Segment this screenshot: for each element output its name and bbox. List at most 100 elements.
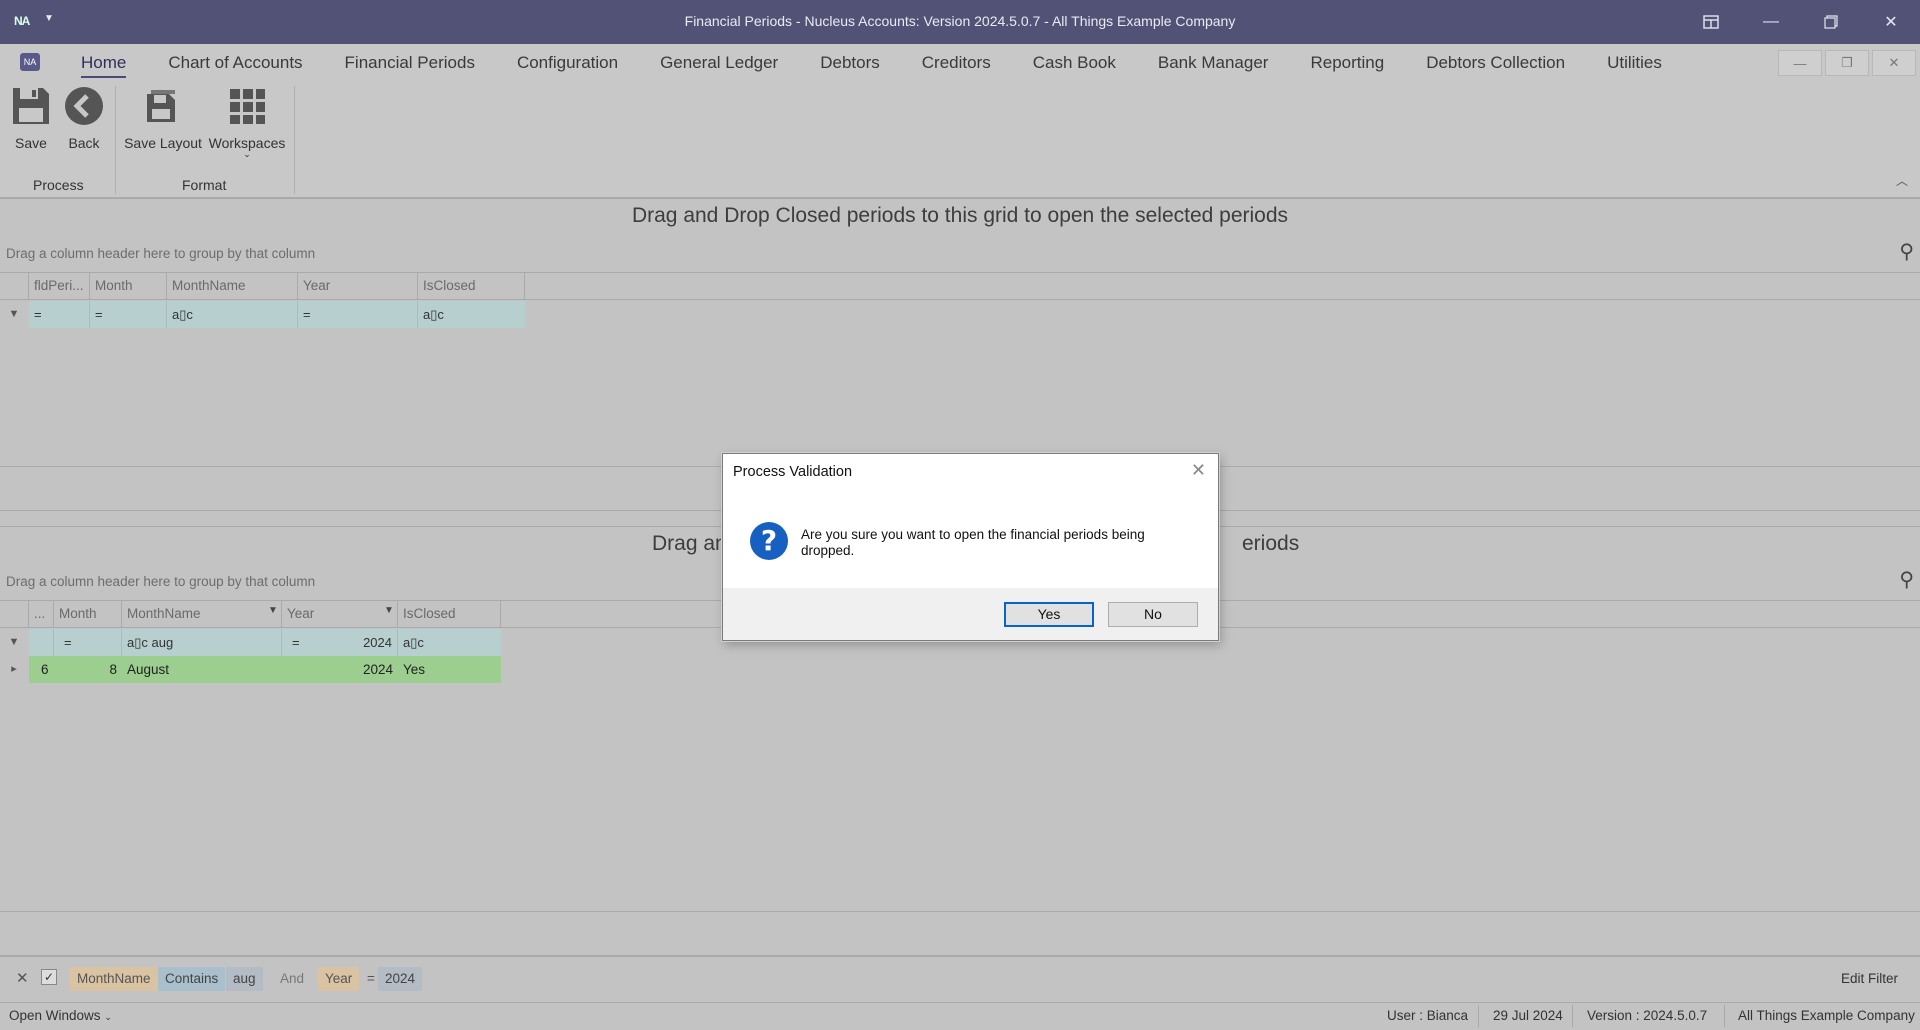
tab-cash-book[interactable]: Cash Book	[1012, 52, 1137, 82]
search-icon[interactable]: ⚲	[1899, 239, 1914, 264]
filter-cell-fldperiod[interactable]: =	[29, 301, 90, 328]
top-filter-row: = = a▯c = a▯c	[29, 301, 525, 328]
column-filter-icon[interactable]: ▼	[384, 605, 394, 616]
column-header-isclosed[interactable]: IsClosed	[418, 273, 525, 299]
column-header-fldperiod[interactable]: fldPeri...	[29, 273, 90, 299]
filter-field-chip[interactable]: MonthName	[70, 967, 158, 991]
group-panel-hint[interactable]: Drag a column header here to group by th…	[6, 246, 315, 261]
restore-icon[interactable]	[1803, 0, 1859, 44]
group-panel-hint[interactable]: Drag a column header here to group by th…	[6, 574, 315, 589]
tab-general-ledger[interactable]: General Ledger	[639, 52, 799, 82]
filter-cell-month[interactable]: =	[90, 301, 167, 328]
status-date: 29 Jul 2024	[1493, 1008, 1563, 1023]
workspaces-button[interactable]: Workspaces ⌄	[208, 86, 286, 160]
tab-home[interactable]: Home	[60, 52, 147, 82]
bottom-grid-caption-right: eriods	[1242, 532, 1300, 555]
filter-cell-monthname[interactable]: a▯c	[167, 301, 298, 328]
cell-year: 2024	[362, 662, 393, 677]
filter-cell-monthname[interactable]: a▯c aug	[122, 629, 282, 656]
ribbon-display-options-icon[interactable]	[1683, 0, 1739, 44]
top-grid-header: fldPeri... Month MonthName Year IsClosed	[0, 272, 1920, 300]
status-company: All Things Example Company	[1738, 1008, 1915, 1023]
search-icon[interactable]: ⚲	[1899, 567, 1914, 592]
column-header-year[interactable]: Year	[282, 601, 398, 627]
filter-icon: ▼	[8, 636, 20, 648]
ribbon-separator	[294, 86, 295, 194]
cell-month: 8	[109, 662, 117, 677]
open-windows-menu[interactable]: Open Windows ⌄	[9, 1008, 112, 1023]
cell-isclosed: Yes	[403, 662, 426, 677]
status-user: User : Bianca	[1387, 1008, 1469, 1023]
clear-filter-icon[interactable]: ✕	[16, 969, 29, 987]
status-version: Version : 2024.5.0.7	[1587, 1008, 1708, 1023]
edit-filter-link[interactable]: Edit Filter	[1841, 971, 1898, 986]
mdi-minimize-button[interactable]: —	[1778, 50, 1822, 76]
filter-conjunction[interactable]: And	[273, 967, 311, 991]
status-separator	[1478, 1005, 1479, 1027]
save-layout-icon	[124, 86, 202, 129]
filter-value-chip[interactable]: aug	[226, 967, 263, 991]
tab-creditors[interactable]: Creditors	[901, 52, 1012, 82]
tab-reporting[interactable]: Reporting	[1289, 52, 1405, 82]
minimize-icon[interactable]: —	[1743, 0, 1799, 44]
filter-value-monthname: aug	[151, 635, 174, 650]
bottom-grid-footer-divider	[0, 911, 1920, 912]
yes-button[interactable]: Yes	[1004, 602, 1094, 627]
collapse-ribbon-icon[interactable]: ︿	[1896, 172, 1908, 189]
column-header-year[interactable]: Year	[298, 273, 418, 299]
column-header-monthname[interactable]: MonthName	[167, 273, 298, 299]
enable-filter-checkbox[interactable]: ✓	[41, 969, 57, 985]
tab-configuration[interactable]: Configuration	[496, 52, 639, 82]
process-validation-dialog: Process Validation ✕ ? Are you sure you …	[722, 453, 1219, 641]
app-logo[interactable]: NA	[20, 53, 40, 71]
save-layout-button[interactable]: Save Layout	[124, 86, 202, 151]
tab-debtors-collection[interactable]: Debtors Collection	[1405, 52, 1586, 82]
bottom-grid-caption-left: Drag an	[652, 532, 727, 555]
status-separator	[1572, 1005, 1573, 1027]
tab-bank-manager[interactable]: Bank Manager	[1137, 52, 1290, 82]
top-grid-caption: Drag and Drop Closed periods to this gri…	[631, 204, 1289, 227]
text-filter-operator-icon: a▯c	[127, 635, 148, 650]
filter-cell-year[interactable]: =	[298, 301, 418, 328]
filter-cell-id[interactable]	[29, 629, 54, 656]
filter-icon: ▼	[8, 308, 20, 320]
filter-operator-chip[interactable]: Contains	[158, 967, 226, 991]
filter-value-chip[interactable]: 2024	[378, 967, 423, 991]
filter-operator-equals: =	[292, 635, 300, 650]
table-row[interactable]: 6 8 August 2024 Yes	[29, 656, 501, 683]
close-icon[interactable]: ✕	[1191, 460, 1206, 481]
tab-debtors[interactable]: Debtors	[799, 52, 901, 82]
filter-cell-year[interactable]: = 2024	[282, 629, 398, 656]
tab-chart-of-accounts[interactable]: Chart of Accounts	[147, 52, 323, 82]
dialog-message: Are you sure you want to open the financ…	[801, 527, 1145, 558]
filter-value-year: 2024	[363, 635, 392, 650]
column-header-month[interactable]: Month	[54, 601, 122, 627]
title-bar: NA ▼ Financial Periods - Nucleus Account…	[0, 0, 1920, 44]
filter-cell-isclosed[interactable]: a▯c	[398, 629, 501, 656]
mdi-close-button[interactable]: ✕	[1872, 50, 1916, 76]
filter-field-chip[interactable]: Year	[318, 967, 360, 991]
filter-panel: ✕ ✓ MonthName Contains aug And Year = 20…	[0, 956, 1920, 1000]
row-expand-icon[interactable]: ▸	[0, 656, 28, 683]
tab-utilities[interactable]: Utilities	[1586, 52, 1683, 82]
filter-cell-isclosed[interactable]: a▯c	[418, 301, 525, 328]
question-icon: ?	[750, 522, 788, 560]
ribbon-separator	[115, 86, 116, 194]
column-header-monthname[interactable]: MonthName	[122, 601, 282, 627]
back-button[interactable]: Back	[62, 86, 106, 151]
filter-cell-month[interactable]: =	[54, 629, 122, 656]
column-header-id[interactable]: ...	[29, 601, 54, 627]
group-label-format: Format	[182, 177, 227, 193]
close-icon[interactable]: ✕	[1863, 0, 1919, 44]
no-button[interactable]: No	[1108, 602, 1198, 627]
save-icon	[10, 86, 52, 129]
column-header-isclosed[interactable]: IsClosed	[398, 601, 501, 627]
status-bar: Open Windows ⌄ User : Bianca 29 Jul 2024…	[0, 1002, 1920, 1030]
dialog-title: Process Validation	[733, 464, 853, 480]
column-header-month[interactable]: Month	[90, 273, 167, 299]
save-button[interactable]: Save	[10, 86, 52, 151]
mdi-restore-button[interactable]: ❐	[1825, 50, 1869, 76]
column-filter-icon[interactable]: ▼	[268, 605, 278, 616]
tab-financial-periods[interactable]: Financial Periods	[324, 52, 496, 82]
row-indicator-header	[0, 273, 29, 299]
